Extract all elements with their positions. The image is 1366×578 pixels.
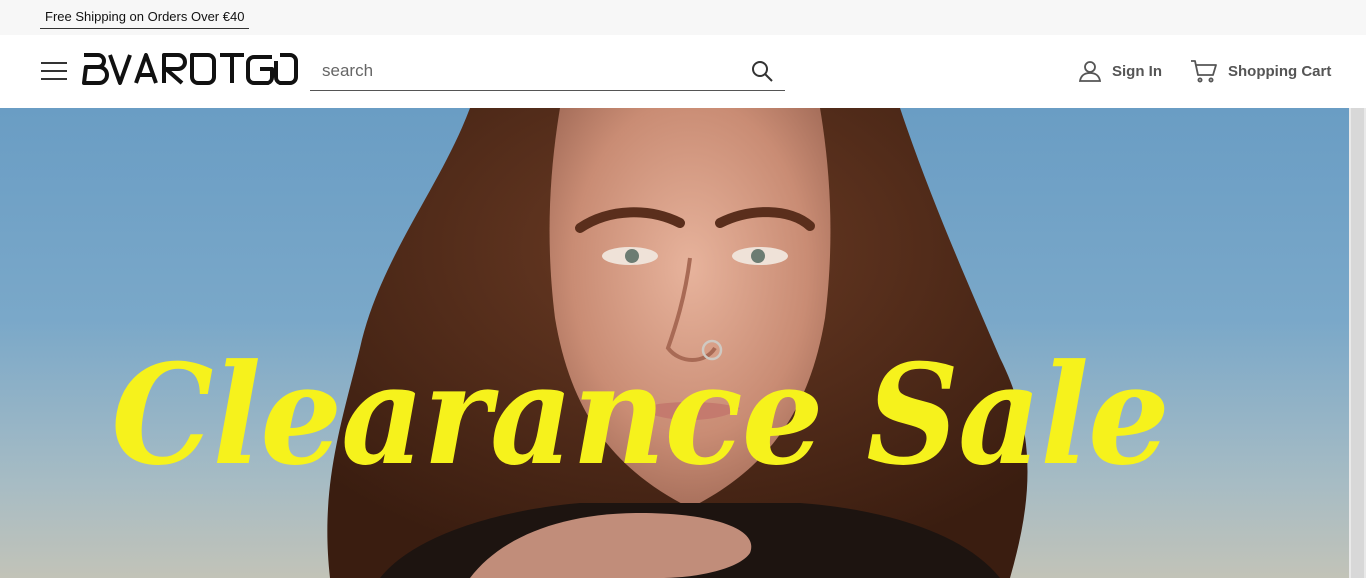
search-input[interactable] (310, 53, 742, 89)
page-scrollbar[interactable] (1349, 108, 1366, 578)
hamburger-menu-icon[interactable] (41, 61, 67, 81)
search-icon[interactable] (750, 59, 774, 83)
shopping-cart-icon (1191, 60, 1217, 83)
shopping-cart-link[interactable]: Shopping Cart (1190, 57, 1331, 85)
hero-title: Clearance Sale (111, 333, 1169, 496)
sign-in-label: Sign In (1112, 62, 1162, 80)
site-header: Sign In Shopping Cart (0, 35, 1366, 108)
hero-banner[interactable]: Clearance Sale (0, 108, 1349, 578)
logo[interactable] (82, 53, 298, 85)
free-shipping-link[interactable]: Free Shipping on Orders Over €40 (40, 9, 250, 29)
announcement-bar: Free Shipping on Orders Over €40 (0, 0, 1366, 35)
shopping-cart-label: Shopping Cart (1228, 62, 1332, 80)
search-bar (310, 53, 785, 91)
scrollbar-thumb[interactable] (1351, 108, 1364, 578)
sign-in-link[interactable]: Sign In (1078, 57, 1162, 85)
user-icon (1078, 61, 1102, 82)
logo-wordmark (82, 53, 298, 85)
